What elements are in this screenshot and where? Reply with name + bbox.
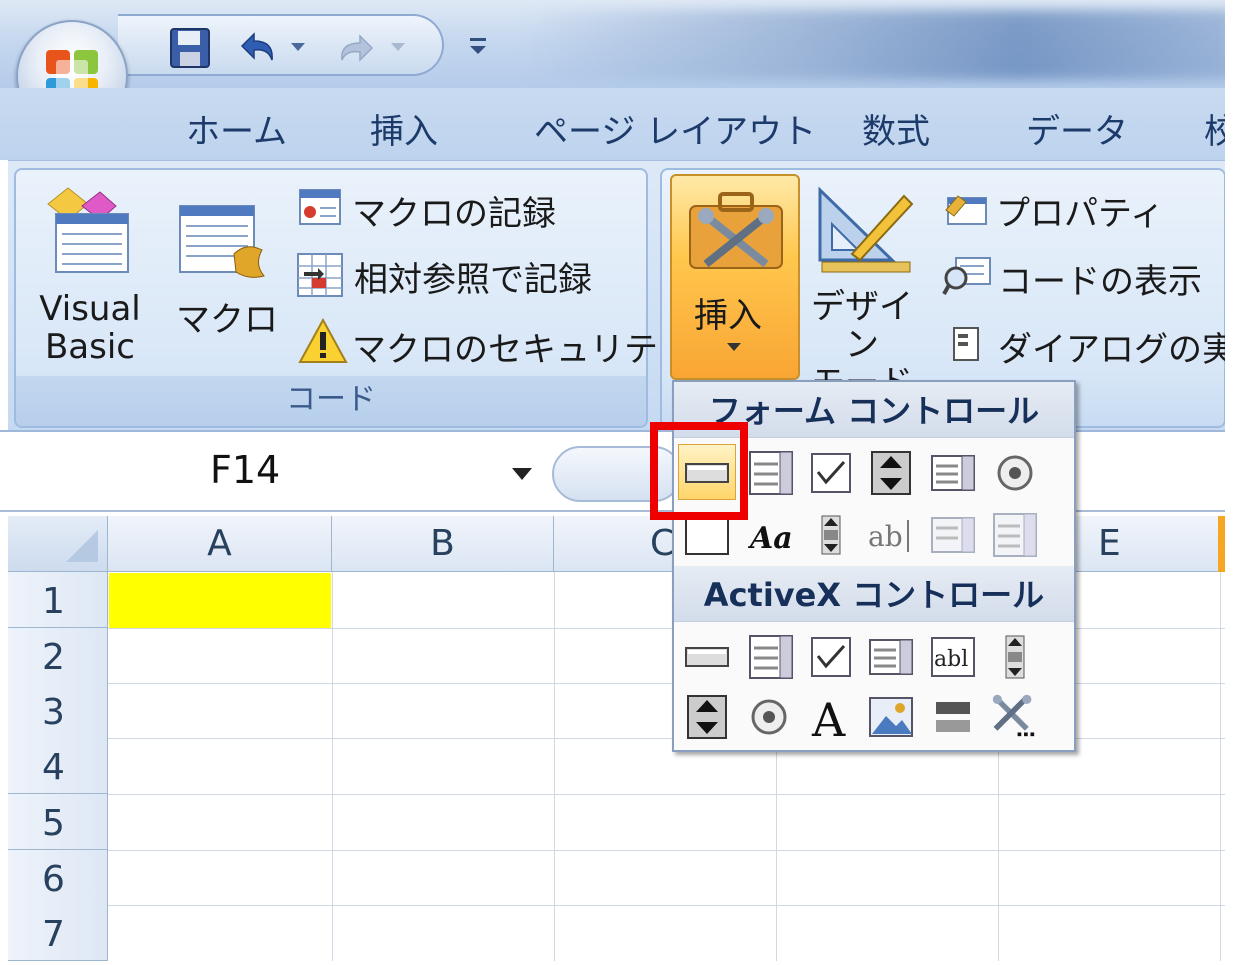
redo-dropdown-icon[interactable] bbox=[388, 40, 408, 54]
row-header-1[interactable]: 1 bbox=[8, 572, 108, 628]
annotation-highlight-box bbox=[650, 422, 748, 520]
svg-text:Aa: Aa bbox=[748, 521, 793, 556]
gridline bbox=[108, 850, 1225, 851]
name-box-value: F14 bbox=[210, 448, 281, 492]
warning-icon bbox=[298, 318, 348, 363]
customize-qat-icon[interactable] bbox=[466, 32, 490, 60]
view-code-button[interactable]: コードの表示 bbox=[998, 254, 1202, 303]
row-header-5[interactable]: 5 bbox=[8, 794, 108, 850]
activex-command-button-icon[interactable] bbox=[684, 634, 730, 680]
form-combo-list-edit-icon[interactable] bbox=[930, 512, 976, 558]
tab-insert[interactable]: 挿入 bbox=[370, 104, 438, 153]
run-dialog-button[interactable]: ダイアログの実行 bbox=[998, 322, 1233, 371]
window-edge bbox=[1225, 0, 1233, 961]
tab-home[interactable]: ホーム bbox=[186, 104, 287, 153]
svg-text:abl: abl bbox=[934, 647, 968, 672]
run-dialog-icon bbox=[953, 327, 979, 361]
form-spin-button-icon[interactable] bbox=[868, 450, 914, 496]
gridline bbox=[108, 905, 1225, 906]
insert-dropdown-arrow-icon bbox=[727, 343, 741, 351]
design-mode-icon bbox=[818, 186, 914, 273]
form-text-field-icon[interactable]: ab bbox=[868, 512, 914, 558]
form-combo-dropdown-edit-icon[interactable] bbox=[992, 512, 1038, 558]
insert-control-label: 挿入 bbox=[694, 296, 762, 336]
macro-icon bbox=[179, 205, 265, 278]
tab-page-layout[interactable]: ページ レイアウト bbox=[534, 104, 816, 153]
gridline bbox=[554, 572, 555, 961]
activex-text-box-icon[interactable]: abl bbox=[930, 634, 976, 680]
activex-more-controls-icon[interactable] bbox=[990, 692, 1036, 738]
form-checkbox-icon[interactable] bbox=[808, 450, 854, 496]
properties-icon bbox=[945, 195, 987, 225]
tools-icon bbox=[689, 192, 783, 269]
undo-dropdown-icon[interactable] bbox=[288, 40, 308, 54]
cell-a1-selected[interactable] bbox=[109, 573, 331, 628]
activex-spin-button-icon[interactable] bbox=[684, 694, 730, 740]
activex-option-button-icon[interactable] bbox=[746, 694, 792, 740]
tab-data[interactable]: データ bbox=[1026, 104, 1128, 153]
record-macro-icon bbox=[299, 189, 341, 225]
select-all-triangle-icon bbox=[66, 530, 98, 562]
activex-label-icon[interactable]: A bbox=[808, 694, 854, 740]
name-box-dropdown-icon[interactable] bbox=[512, 468, 532, 480]
gridline bbox=[108, 794, 1225, 795]
row-header-7[interactable]: 7 bbox=[8, 905, 108, 961]
form-label-icon[interactable]: Aa bbox=[748, 512, 794, 558]
view-code-icon bbox=[942, 257, 991, 295]
form-combo-box-icon[interactable] bbox=[748, 450, 794, 496]
activex-list-box-icon[interactable] bbox=[868, 634, 914, 680]
row-header-4[interactable]: 4 bbox=[8, 738, 108, 794]
column-header-a[interactable]: A bbox=[108, 516, 332, 572]
undo-icon[interactable] bbox=[234, 28, 280, 68]
activex-controls-header: ActiveX コントロール bbox=[674, 566, 1074, 622]
record-macro-button[interactable]: マクロの記録 bbox=[352, 186, 556, 235]
row-header-3[interactable]: 3 bbox=[8, 683, 108, 739]
tab-formulas[interactable]: 数式 bbox=[862, 104, 930, 153]
gridline bbox=[1220, 572, 1221, 961]
svg-text:A: A bbox=[811, 694, 846, 740]
macro-security-button[interactable]: マクロのセキュリティ bbox=[352, 322, 690, 371]
macro-button[interactable]: マクロ bbox=[176, 292, 278, 341]
title-bar-background bbox=[520, 10, 1233, 80]
activex-scroll-bar-icon[interactable] bbox=[992, 634, 1038, 680]
activex-checkbox-icon[interactable] bbox=[808, 634, 854, 680]
activex-image-icon[interactable] bbox=[868, 694, 914, 740]
active-column-marker bbox=[1218, 516, 1225, 572]
row-header-2[interactable]: 2 bbox=[8, 628, 108, 684]
relative-reference-icon bbox=[297, 253, 343, 297]
row-header-6[interactable]: 6 bbox=[8, 850, 108, 906]
form-list-box-icon[interactable] bbox=[930, 450, 976, 496]
form-option-button-icon[interactable] bbox=[992, 450, 1038, 496]
visual-basic-button[interactable]: Visual Basic bbox=[30, 290, 150, 366]
visual-basic-icon bbox=[47, 187, 129, 273]
relative-reference-button[interactable]: 相対参照で記録 bbox=[354, 252, 592, 301]
code-group-label: コード bbox=[16, 376, 646, 426]
activex-toggle-button-icon[interactable] bbox=[930, 694, 976, 740]
column-header-b[interactable]: B bbox=[332, 516, 554, 572]
svg-text:ab: ab bbox=[868, 520, 903, 553]
gridline bbox=[332, 572, 333, 961]
properties-button[interactable]: プロパティ bbox=[996, 186, 1164, 235]
redo-icon[interactable] bbox=[334, 30, 380, 68]
form-scroll-bar-icon[interactable] bbox=[808, 512, 854, 558]
activex-combo-box-icon[interactable] bbox=[748, 634, 794, 680]
save-icon[interactable] bbox=[168, 26, 212, 70]
